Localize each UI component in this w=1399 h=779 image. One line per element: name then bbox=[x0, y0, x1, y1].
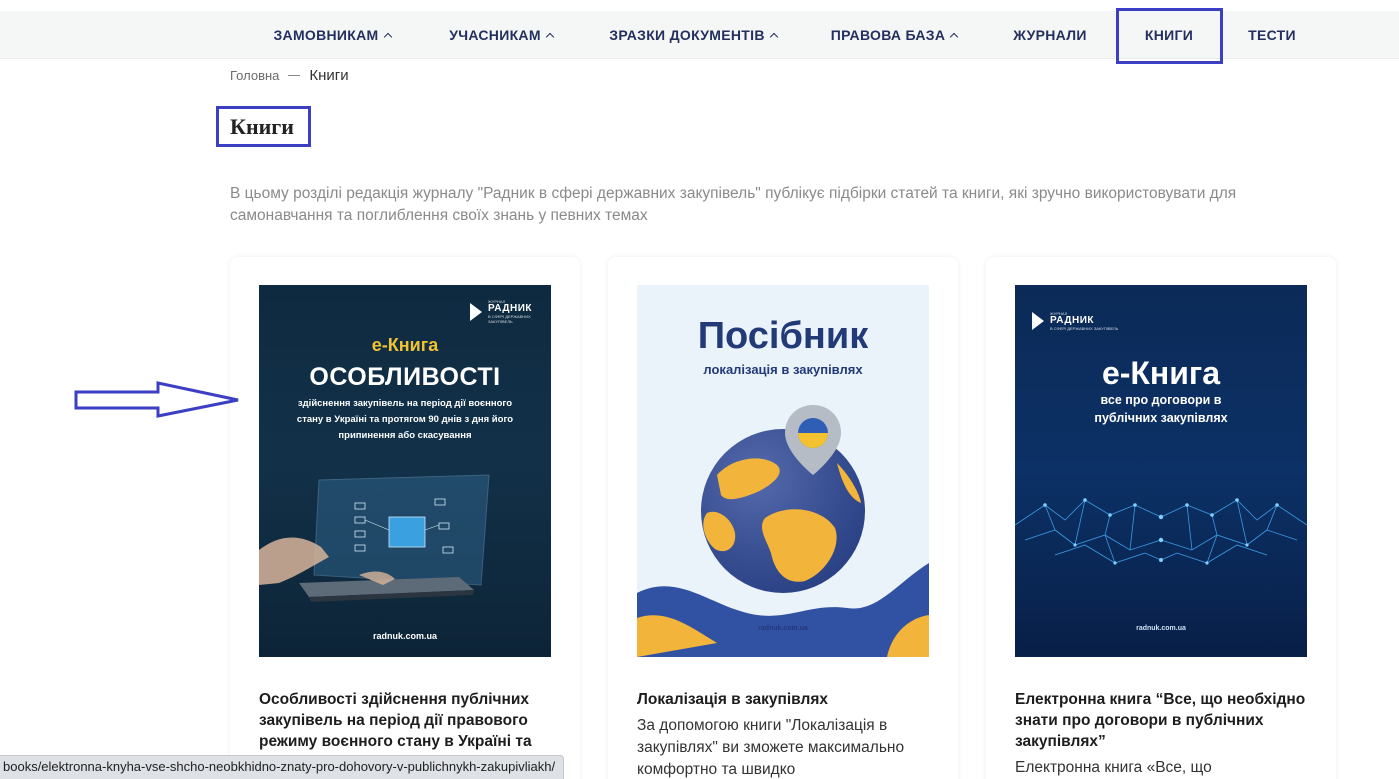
book-cover-image[interactable]: Посібник локалізація в закупівлях radnuk… bbox=[637, 285, 929, 657]
nav-item-testy[interactable]: ТЕСТИ bbox=[1230, 11, 1314, 59]
chevron-up-icon bbox=[545, 32, 555, 41]
logo-subtitle: В СФЕРІ ДЕРЖАВНИХ ЗАКУПІВЕЛЬ bbox=[1050, 326, 1119, 331]
pointer-arrow-icon bbox=[74, 381, 239, 418]
book-title-link[interactable]: Локалізація в закупівлях bbox=[637, 689, 933, 710]
book-card[interactable]: ЖУРНАЛ РАДНИК В СФЕРІ ДЕРЖАВНИХ ЗАКУПІВЕ… bbox=[230, 257, 580, 779]
page-description: В цьому розділі редакція журналу "Радник… bbox=[230, 185, 1237, 224]
logo-title: РАДНИК bbox=[488, 303, 533, 314]
breadcrumb: Головна Книги bbox=[230, 67, 349, 84]
cover-subtitle: локалізація в закупівлях bbox=[703, 362, 863, 377]
play-logo-icon bbox=[1032, 312, 1044, 330]
nav-item-label: ЖУРНАЛИ bbox=[1013, 27, 1087, 43]
breadcrumb-home-link[interactable]: Головна bbox=[230, 68, 279, 83]
cover-url: radnuk.com.ua bbox=[1136, 625, 1186, 632]
play-logo-icon bbox=[470, 302, 482, 321]
cover-heading: Посібник bbox=[697, 315, 869, 357]
nav-item-uchasnykam[interactable]: УЧАСНИКАМ bbox=[436, 11, 566, 59]
handshake-network-illustration bbox=[1015, 498, 1307, 565]
nav-item-label: ПРАВОВА БАЗА bbox=[830, 27, 946, 43]
logo-small-text: ЖУРНАЛ bbox=[1050, 311, 1068, 316]
cover-subtitle: все про договори в публічних закупівлях bbox=[1094, 393, 1228, 425]
nav-item-label: ТЕСТИ bbox=[1248, 27, 1296, 43]
radnyk-logo: ЖУРНАЛ РАДНИК В СФЕРІ ДЕРЖАВНИХ ЗАКУПІВЕ… bbox=[470, 299, 551, 324]
status-bar-url: books/elektronna-knyha-vse-shcho-neobkhi… bbox=[0, 755, 565, 779]
breadcrumb-separator bbox=[288, 75, 301, 76]
cover-kicker: е-Книга bbox=[371, 335, 439, 355]
nav-item-zrazky-dokumentiv[interactable]: ЗРАЗКИ ДОКУМЕНТІВ bbox=[596, 11, 790, 59]
book-card[interactable]: ЖУРНАЛ РАДНИК В СФЕРІ ДЕРЖАВНИХ ЗАКУПІВЕ… bbox=[986, 257, 1336, 779]
main-nav: ЗАМОВНИКАМ УЧАСНИКАМ ЗРАЗКИ ДОКУМЕНТІВ П… bbox=[0, 11, 1399, 59]
book-cover-image[interactable]: ЖУРНАЛ РАДНИК В СФЕРІ ДЕРЖАВНИХ ЗАКУПІВЕ… bbox=[259, 285, 551, 657]
cover-url: radnuk.com.ua bbox=[372, 631, 437, 641]
laptop-hologram-illustration bbox=[259, 474, 490, 602]
breadcrumb-current: Книги bbox=[309, 67, 349, 84]
globe-illustration bbox=[637, 405, 929, 657]
book-title-link[interactable]: Особливості здійснення публічних закупів… bbox=[259, 689, 555, 752]
chevron-up-icon bbox=[383, 32, 392, 41]
radnyk-logo: ЖУРНАЛ РАДНИК В СФЕРІ ДЕРЖАВНИХ ЗАКУПІВЕ… bbox=[1032, 311, 1118, 331]
nav-item-zhurnaly[interactable]: ЖУРНАЛИ bbox=[1000, 11, 1100, 59]
logo-small-text: ЖУРНАЛ bbox=[488, 299, 506, 304]
cover-subtitle: здійснення закупівель на період дії воєн… bbox=[296, 398, 514, 441]
nav-item-pravova-baza[interactable]: ПРАВОВА БАЗА bbox=[820, 11, 968, 59]
cover-url: radnuk.com.ua bbox=[758, 625, 808, 632]
nav-item-label: ЗРАЗКИ ДОКУМЕНТІВ bbox=[609, 27, 765, 43]
cover-heading: е-Книга bbox=[1101, 355, 1221, 391]
nav-item-label: КНИГИ bbox=[1144, 27, 1194, 43]
book-cover-image[interactable]: ЖУРНАЛ РАДНИК В СФЕРІ ДЕРЖАВНИХ ЗАКУПІВЕ… bbox=[1015, 285, 1307, 657]
nav-item-label: УЧАСНИКАМ bbox=[449, 27, 541, 43]
chevron-up-icon bbox=[769, 32, 778, 41]
page-title: Книги bbox=[230, 114, 294, 139]
book-title-link[interactable]: Електронна книга “Все, що необхідно знат… bbox=[1015, 689, 1311, 752]
book-description: Електронна книга «Все, що bbox=[1015, 759, 1212, 776]
nav-item-zamovnykam[interactable]: ЗАМОВНИКАМ bbox=[258, 11, 406, 59]
logo-subtitle: В СФЕРІ ДЕРЖАВНИХ ЗАКУПІВЕЛЬ bbox=[488, 314, 531, 324]
nav-item-knyhy[interactable]: КНИГИ bbox=[1120, 11, 1218, 59]
logo-title: РАДНИК bbox=[1050, 315, 1095, 326]
book-description: За допомогою книги "Локалізація в закупі… bbox=[637, 717, 905, 778]
chevron-up-icon bbox=[949, 32, 959, 41]
cover-heading: ОСОБЛИВОСТІ bbox=[309, 363, 501, 391]
nav-item-label: ЗАМОВНИКАМ bbox=[273, 27, 379, 43]
book-card[interactable]: Посібник локалізація в закупівлях radnuk… bbox=[608, 257, 958, 779]
